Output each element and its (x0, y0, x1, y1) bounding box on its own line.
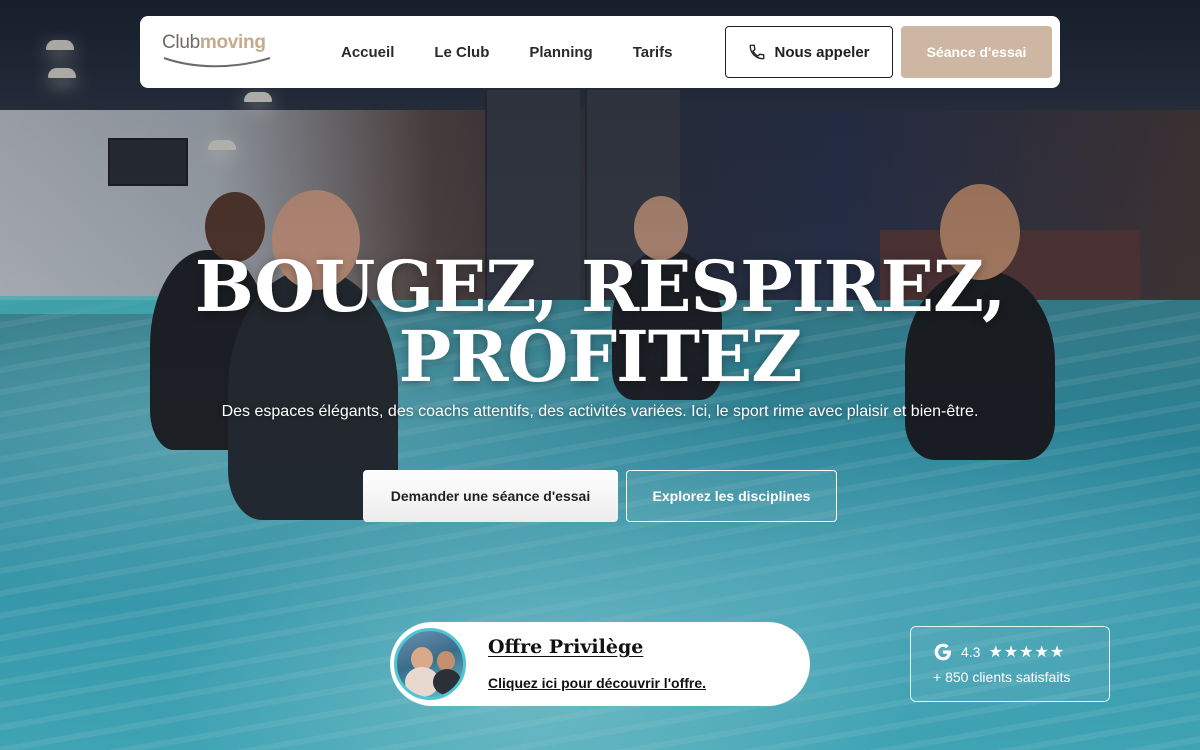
nav-le-club[interactable]: Le Club (434, 44, 489, 61)
rating-score: 4.3 (961, 644, 981, 660)
phone-icon (750, 44, 765, 60)
thumb-person (433, 669, 461, 695)
call-button[interactable]: Nous appeler (725, 26, 893, 78)
thumb-person (437, 651, 455, 671)
logo-swoosh-icon (163, 57, 271, 68)
club-moving-logo[interactable]: Clubmoving (162, 32, 274, 72)
main-nav: Accueil Le Club Planning Tarifs (341, 16, 672, 88)
offer-privilege-card[interactable]: Offre Privilège Cliquez ici pour découvr… (390, 622, 810, 706)
logo-text-club: Club (162, 32, 200, 53)
trial-session-label: Séance d'essai (926, 44, 1027, 60)
hero-title-line2: PROFITEZ (398, 315, 803, 398)
rating-stars: ★★★★★ (988, 644, 1066, 661)
google-g-icon (934, 643, 951, 661)
nav-tarifs[interactable]: Tarifs (633, 44, 673, 61)
offer-thumbnail (394, 628, 466, 700)
logo-text: Clubmoving (162, 32, 274, 54)
nav-accueil[interactable]: Accueil (341, 44, 394, 61)
navbar: Clubmoving Accueil Le Club Planning Tari… (140, 16, 1060, 88)
offer-title: Offre Privilège (488, 636, 644, 658)
request-trial-button[interactable]: Demander une séance d'essai (363, 470, 618, 522)
offer-discover-link[interactable]: Cliquez ici pour découvrir l'offre. (488, 675, 706, 691)
hero-title: BOUGEZ, RESPIREZ, PROFITEZ (0, 252, 1200, 392)
call-button-label: Nous appeler (774, 43, 870, 61)
trial-session-button[interactable]: Séance d'essai (901, 26, 1052, 78)
request-trial-label: Demander une séance d'essai (390, 488, 591, 504)
rating-row: 4.3 ★★★★★ (933, 642, 1065, 662)
google-rating-card: 4.3 ★★★★★ + 850 clients satisfaits (910, 626, 1110, 702)
nav-planning[interactable]: Planning (529, 44, 592, 61)
explore-disciplines-label: Explorez les disciplines (652, 488, 811, 504)
logo-text-moving: moving (199, 32, 266, 53)
hero-subtitle: Des espaces élégants, des coachs attenti… (221, 403, 979, 420)
explore-disciplines-button[interactable]: Explorez les disciplines (626, 470, 837, 522)
rating-clients: + 850 clients satisfaits (933, 669, 1071, 685)
